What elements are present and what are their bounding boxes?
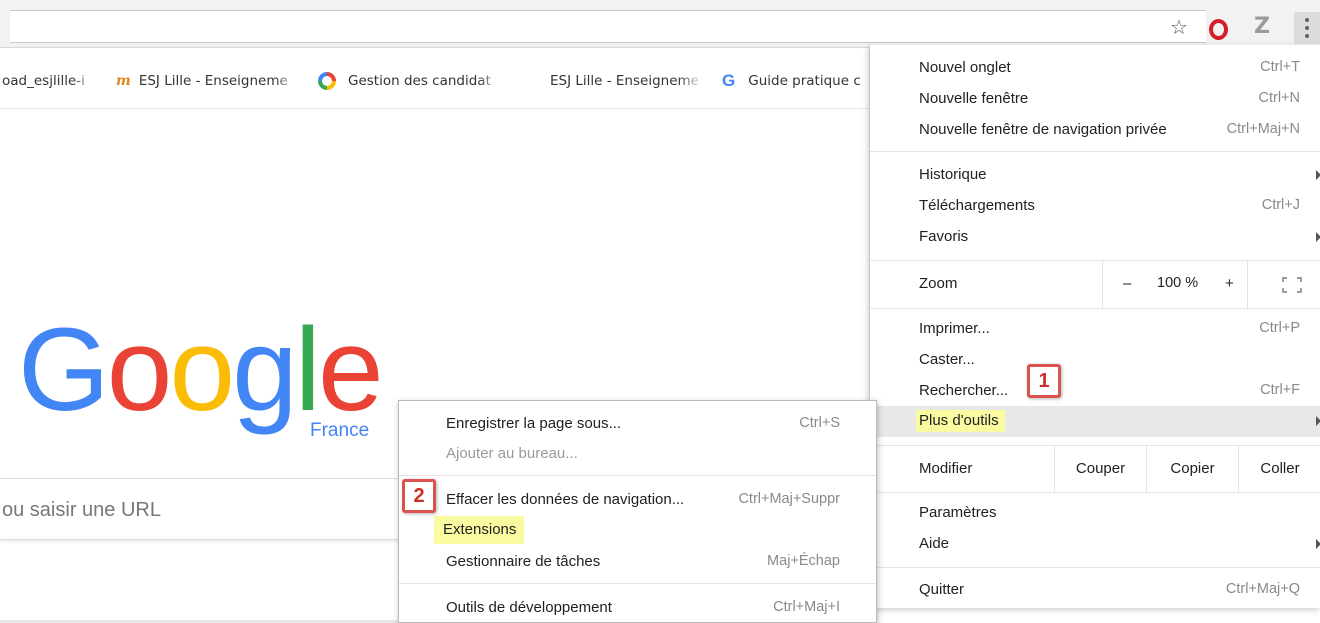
menu-item-settings[interactable]: Paramètres — [870, 498, 1320, 529]
bookmarks-bar: oad_esjlille-i m ESJ Lille - Enseigneme … — [0, 49, 870, 109]
bookmark-item[interactable]: oad_esjlille-i — [2, 72, 98, 90]
logo-letter: l — [294, 304, 321, 436]
copy-button[interactable]: Copier — [1146, 446, 1238, 492]
menu-edit-row: Modifier Couper Copier Coller — [870, 446, 1320, 492]
submenu-arrow-icon — [1316, 170, 1320, 180]
submenu-item-task-manager[interactable]: Gestionnaire de tâches Maj+Échap — [399, 547, 876, 577]
highlighted-label: Extensions — [434, 516, 525, 544]
bookmark-label: Gestion des candidat — [348, 73, 491, 89]
shortcut-label: Ctrl+T — [1260, 59, 1300, 75]
logo-letter: o — [106, 304, 173, 436]
chrome-menu-button[interactable] — [1294, 12, 1320, 44]
menu-separator — [399, 475, 876, 476]
bookmark-item[interactable]: ESJ Lille - Enseigneme — [550, 72, 704, 90]
shortcut-label: Ctrl+P — [1259, 320, 1300, 336]
shortcut-label: Maj+Échap — [767, 553, 840, 569]
submenu-arrow-icon — [1316, 539, 1320, 549]
shortcut-label: Ctrl+N — [1258, 90, 1301, 106]
zoom-out-button[interactable]: – — [1123, 275, 1131, 292]
edit-label: Modifier — [919, 460, 973, 477]
menu-separator — [399, 583, 876, 584]
bookmark-label: ESJ Lille - Enseigneme — [550, 73, 699, 89]
cut-button[interactable]: Couper — [1054, 446, 1146, 492]
search-placeholder: ou saisir une URL — [2, 499, 161, 521]
fullscreen-button[interactable] — [1247, 261, 1320, 308]
submenu-arrow-icon — [1316, 232, 1320, 242]
shortcut-label: Ctrl+Maj+Suppr — [738, 491, 840, 507]
submenu-item-add-to-desktop: Ajouter au bureau... — [446, 445, 578, 462]
logo-letter: G — [18, 304, 110, 436]
shortcut-label: Ctrl+Maj+I — [773, 599, 840, 615]
shortcut-label: Ctrl+Maj+N — [1226, 121, 1300, 137]
google-logo: Google — [18, 300, 384, 440]
shortcut-label: Ctrl+J — [1261, 197, 1300, 213]
submenu-item-extensions[interactable]: Extensions — [399, 515, 876, 545]
highlighted-label: Plus d'outils — [916, 410, 1005, 432]
opera-extension-icon[interactable] — [1209, 19, 1228, 40]
shortcut-label: Ctrl+Maj+Q — [1225, 581, 1300, 597]
shortcut-label: Ctrl+F — [1260, 382, 1300, 398]
browser-window: ☆ Z oad_esjlille-i m ESJ Lille - Enseign… — [0, 0, 1320, 623]
submenu-item-save-page[interactable]: Enregistrer la page sous... Ctrl+S — [399, 409, 876, 439]
menu-item-exit[interactable]: Quitter Ctrl+Maj+Q — [870, 575, 1320, 606]
address-bar[interactable] — [10, 10, 1206, 43]
bookmark-item[interactable]: m ESJ Lille - Enseigneme — [116, 72, 300, 90]
menu-item-incognito-window[interactable]: Nouvelle fenêtre de navigation privée Ct… — [870, 115, 1320, 146]
fullscreen-icon — [1282, 277, 1302, 293]
zotero-extension-icon[interactable]: Z — [1254, 15, 1274, 39]
shortcut-label: Ctrl+S — [799, 415, 840, 431]
menu-separator — [870, 308, 1320, 309]
browser-toolbar: ☆ Z — [0, 0, 1320, 48]
logo-letter: o — [169, 304, 235, 436]
step-callout-badge: 2 — [402, 479, 436, 513]
zoom-level: 100 % — [1157, 275, 1199, 291]
google-g-icon: G — [722, 72, 736, 90]
step-callout-badge: 1 — [1027, 364, 1061, 398]
paste-button[interactable]: Coller — [1238, 446, 1320, 492]
logo-letter: e — [317, 304, 384, 436]
menu-item-bookmarks[interactable]: Favoris — [870, 222, 1320, 253]
menu-item-downloads[interactable]: Téléchargements Ctrl+J — [870, 191, 1320, 222]
logo-region-label: France — [310, 420, 370, 441]
bookmark-label: Guide pratique c — [748, 73, 861, 89]
kebab-dot-icon — [1305, 26, 1309, 30]
zoom-controls: – 100 % + — [1102, 261, 1247, 308]
menu-separator — [870, 151, 1320, 152]
submenu-item-clear-browsing-data[interactable]: Effacer les données de navigation... Ctr… — [399, 485, 876, 515]
kebab-dot-icon — [1305, 18, 1309, 22]
kebab-dot-icon — [1305, 34, 1309, 38]
submenu-item-developer-tools[interactable]: Outils de développement Ctrl+Maj+I — [399, 593, 876, 623]
menu-item-new-tab[interactable]: Nouvel onglet Ctrl+T — [870, 53, 1320, 84]
bookmark-item[interactable]: Gestion des candidat — [318, 72, 504, 90]
menu-item-history[interactable]: Historique — [870, 160, 1320, 191]
more-tools-submenu: Enregistrer la page sous... Ctrl+S Ajout… — [398, 400, 877, 623]
ring-icon — [318, 72, 336, 90]
menu-item-new-window[interactable]: Nouvelle fenêtre Ctrl+N — [870, 84, 1320, 115]
bookmark-item[interactable]: G Guide pratique c — [722, 72, 870, 90]
menu-separator — [870, 492, 1320, 493]
logo-letter: g — [232, 304, 298, 436]
bookmark-label: ESJ Lille - Enseigneme — [138, 73, 288, 89]
zoom-in-button[interactable]: + — [1225, 275, 1234, 292]
menu-item-print[interactable]: Imprimer... Ctrl+P — [870, 314, 1320, 345]
bookmark-star-icon[interactable]: ☆ — [1168, 16, 1190, 38]
menu-item-cast[interactable]: Caster... — [870, 345, 1320, 376]
zoom-label: Zoom — [919, 275, 958, 292]
menu-zoom-row: Zoom – 100 % + — [870, 261, 1320, 308]
menu-item-find[interactable]: Rechercher... Ctrl+F — [870, 376, 1320, 407]
menu-separator — [870, 567, 1320, 568]
menu-item-help[interactable]: Aide — [870, 529, 1320, 560]
menu-item-more-tools[interactable]: Plus d'outils — [870, 406, 1320, 437]
moodle-icon: m — [116, 73, 131, 89]
submenu-arrow-icon — [1316, 416, 1320, 426]
chrome-main-menu: Nouvel onglet Ctrl+T Nouvelle fenêtre Ct… — [869, 45, 1320, 608]
